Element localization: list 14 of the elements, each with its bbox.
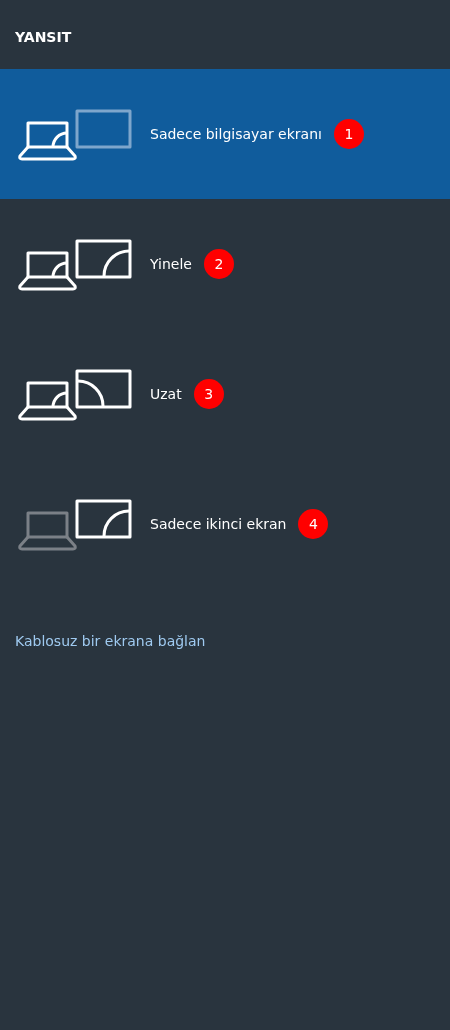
projection-option[interactable]: Sadece bilgisayar ekranı 1: [0, 69, 450, 199]
number-badge: 1: [333, 119, 364, 149]
number-badge: 2: [203, 249, 234, 279]
laptop-monitor-icon: [18, 369, 132, 421]
projection-option[interactable]: Sadece ikinci ekran 4: [0, 459, 450, 589]
number-badge: 4: [298, 509, 329, 539]
number-badge: 3: [193, 379, 224, 409]
laptop-monitor-icon: [18, 499, 132, 551]
panel-title: YANSIT: [14, 28, 73, 47]
laptop-monitor-icon: [18, 109, 132, 161]
projection-option[interactable]: Uzat 3: [0, 329, 450, 459]
projection-option[interactable]: Yinele 2: [0, 199, 450, 329]
connect-wireless-link[interactable]: Kablosuz bir ekrana bağlan: [0, 633, 206, 649]
laptop-monitor-icon: [18, 239, 132, 291]
